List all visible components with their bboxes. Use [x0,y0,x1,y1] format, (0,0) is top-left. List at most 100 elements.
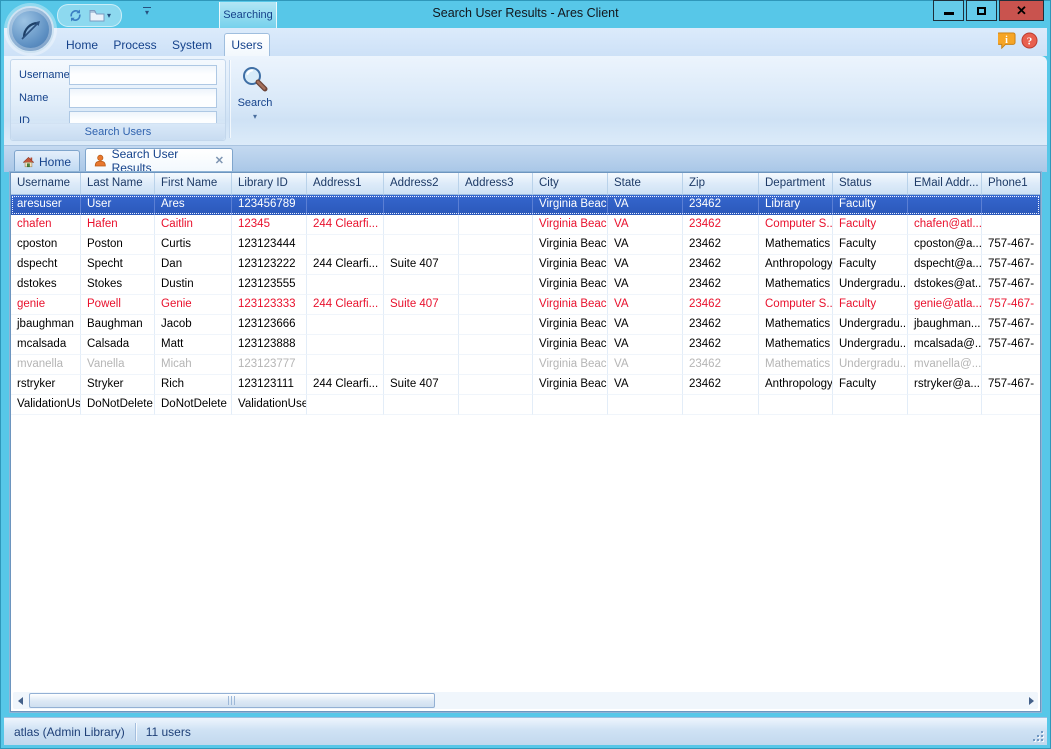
table-cell[interactable]: dstokes@at... [908,275,982,295]
table-cell[interactable]: 23462 [683,355,759,375]
table-cell[interactable] [459,275,533,295]
table-cell[interactable]: Undergradu... [833,355,908,375]
table-cell[interactable]: jbaughman [11,315,81,335]
table-cell[interactable]: Suite 407 [384,375,459,395]
table-cell[interactable]: 123123111 [232,375,307,395]
table-cell[interactable]: 757-467- [982,275,1041,295]
table-cell[interactable]: Vanella [81,355,155,375]
table-cell[interactable] [459,395,533,415]
table-cell[interactable]: dspecht@a... [908,255,982,275]
table-cell[interactable]: mvanella@... [908,355,982,375]
table-cell[interactable] [384,275,459,295]
horizontal-scrollbar[interactable] [13,692,1038,709]
table-row[interactable]: jbaughmanBaughmanJacob123123666Virginia … [11,315,1040,335]
column-header-state[interactable]: State [608,173,683,195]
table-row[interactable]: mcalsadaCalsadaMatt123123888Virginia Bea… [11,335,1040,355]
table-cell[interactable]: genie@atla... [908,295,982,315]
column-header-address1[interactable]: Address1 [307,173,384,195]
table-cell[interactable]: Virginia Beach [533,355,608,375]
table-cell[interactable]: Faculty [833,255,908,275]
table-cell[interactable]: genie [11,295,81,315]
table-cell[interactable]: rstryker [11,375,81,395]
table-cell[interactable]: Faculty [833,375,908,395]
column-header-email-addr-[interactable]: EMail Addr... [908,173,982,195]
table-cell[interactable]: cposton [11,235,81,255]
column-header-department[interactable]: Department [759,173,833,195]
table-cell[interactable]: Poston [81,235,155,255]
table-row[interactable]: geniePowellGenie123123333244 Clearfi...S… [11,295,1040,315]
help-icon[interactable]: ? [1021,32,1038,49]
table-cell[interactable]: 757-467- [982,255,1041,275]
table-cell[interactable]: 123123777 [232,355,307,375]
table-cell[interactable] [459,195,533,215]
table-cell[interactable]: 23462 [683,255,759,275]
table-cell[interactable]: 244 Clearfi... [307,375,384,395]
table-row[interactable]: aresuserUserAres123456789Virginia BeachV… [11,195,1040,215]
table-cell[interactable]: dspecht [11,255,81,275]
table-row[interactable]: dspechtSpechtDan123123222244 Clearfi...S… [11,255,1040,275]
table-row[interactable]: chafenHafenCaitlin12345244 Clearfi...Vir… [11,215,1040,235]
table-cell[interactable]: 123123555 [232,275,307,295]
table-cell[interactable] [833,395,908,415]
table-cell[interactable]: Ares [155,195,232,215]
table-cell[interactable]: Dustin [155,275,232,295]
table-cell[interactable]: mvanella [11,355,81,375]
table-cell[interactable] [459,375,533,395]
table-cell[interactable]: Caitlin [155,215,232,235]
table-cell[interactable]: VA [608,295,683,315]
table-cell[interactable] [307,395,384,415]
table-cell[interactable]: DoNotDelete [81,395,155,415]
table-cell[interactable] [307,235,384,255]
table-row[interactable]: dstokesStokesDustin123123555Virginia Bea… [11,275,1040,295]
table-cell[interactable]: Undergradu... [833,315,908,335]
column-header-city[interactable]: City [533,173,608,195]
table-row[interactable]: cpostonPostonCurtis123123444Virginia Bea… [11,235,1040,255]
ribbon-tab-home[interactable]: Home [58,33,106,56]
table-cell[interactable]: VA [608,355,683,375]
table-cell[interactable] [307,335,384,355]
table-cell[interactable]: Mathematics [759,335,833,355]
table-cell[interactable]: mcalsada [11,335,81,355]
table-cell[interactable] [908,195,982,215]
table-cell[interactable]: VA [608,255,683,275]
column-header-username[interactable]: Username [11,173,81,195]
table-cell[interactable]: Anthropology [759,375,833,395]
table-row[interactable]: rstrykerStrykerRich123123111244 Clearfi.… [11,375,1040,395]
table-cell[interactable] [307,355,384,375]
table-cell[interactable] [384,395,459,415]
scroll-left-button[interactable] [13,692,27,709]
table-cell[interactable]: Micah [155,355,232,375]
table-cell[interactable]: rstryker@a... [908,375,982,395]
application-menu-button[interactable] [7,6,54,53]
info-icon[interactable]: i [998,32,1017,49]
table-cell[interactable]: Anthropology [759,255,833,275]
table-cell[interactable]: 244 Clearfi... [307,215,384,235]
column-header-zip[interactable]: Zip [683,173,759,195]
table-cell[interactable]: 23462 [683,235,759,255]
table-cell[interactable]: 23462 [683,215,759,235]
table-cell[interactable]: Mathematics [759,355,833,375]
column-header-phone1[interactable]: Phone1 [982,173,1041,195]
table-cell[interactable]: Library [759,195,833,215]
table-cell[interactable] [459,355,533,375]
table-cell[interactable]: Hafen [81,215,155,235]
table-cell[interactable] [459,335,533,355]
table-cell[interactable]: Computer S... [759,295,833,315]
table-cell[interactable] [982,195,1041,215]
table-cell[interactable]: Powell [81,295,155,315]
table-cell[interactable] [533,395,608,415]
table-cell[interactable]: chafen@atl... [908,215,982,235]
table-cell[interactable] [307,195,384,215]
table-cell[interactable]: Virginia Beach [533,335,608,355]
table-cell[interactable]: 23462 [683,275,759,295]
table-cell[interactable]: Virginia Beach [533,315,608,335]
table-cell[interactable]: 757-467- [982,375,1041,395]
table-cell[interactable]: Genie [155,295,232,315]
table-cell[interactable]: Virginia Beach [533,275,608,295]
table-cell[interactable]: 757-467- [982,295,1041,315]
table-cell[interactable]: 23462 [683,295,759,315]
table-row[interactable]: ValidationUserDoNotDeleteDoNotDeleteVali… [11,395,1040,415]
table-cell[interactable] [384,315,459,335]
table-cell[interactable]: mcalsada@... [908,335,982,355]
table-cell[interactable]: 23462 [683,375,759,395]
